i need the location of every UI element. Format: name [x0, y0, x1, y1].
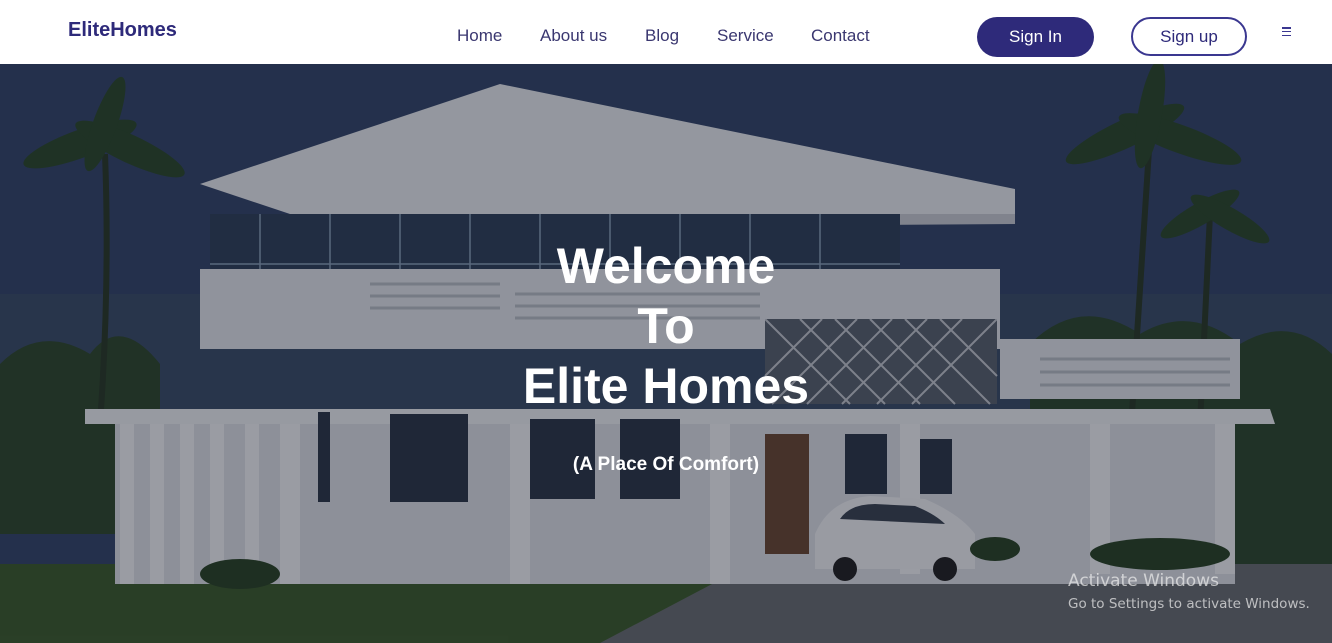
top-navbar: EliteHomes Home About us Blog Service Co… — [0, 0, 1332, 64]
nav-link-home[interactable]: Home — [457, 26, 502, 46]
brand-logo[interactable]: EliteHomes — [68, 19, 177, 42]
nav-link-blog[interactable]: Blog — [645, 26, 679, 46]
watermark-title: Activate Windows — [1068, 571, 1219, 591]
hero-section: Welcome To Elite Homes (A Place Of Comfo… — [0, 64, 1332, 643]
hero-title-to: To — [637, 298, 695, 354]
hero-title-welcome: Welcome — [556, 238, 776, 294]
activate-windows-watermark: Activate Windows Go to Settings to activ… — [1068, 571, 1310, 612]
nav-link-service[interactable]: Service — [717, 26, 774, 46]
sign-in-button[interactable]: Sign In — [977, 17, 1094, 57]
nav-link-contact[interactable]: Contact — [811, 26, 870, 46]
sign-up-button[interactable]: Sign up — [1131, 17, 1247, 56]
hero-title-elite-homes: Elite Homes — [522, 358, 810, 414]
hamburger-menu-icon[interactable] — [1282, 27, 1291, 36]
nav-link-about[interactable]: About us — [540, 26, 607, 46]
watermark-subtitle: Go to Settings to activate Windows. — [1068, 596, 1310, 612]
hero-subtitle: (A Place Of Comfort) — [572, 454, 760, 475]
